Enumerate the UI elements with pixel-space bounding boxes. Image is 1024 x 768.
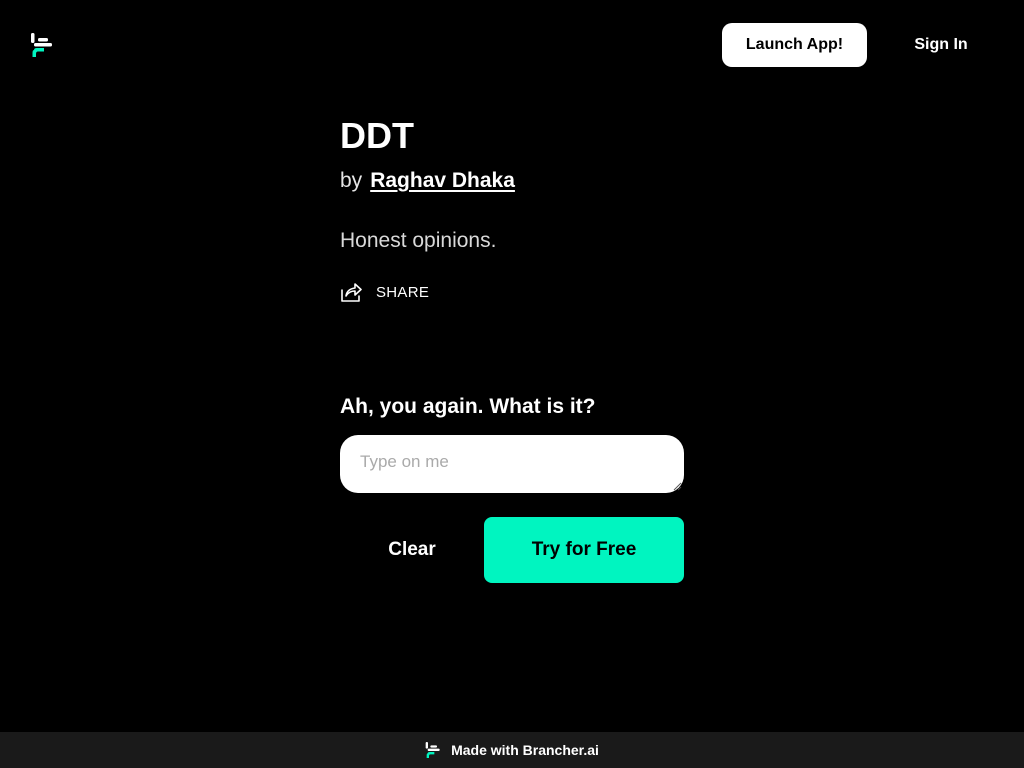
brancher-logo-icon	[425, 742, 440, 758]
chat-prompt: Ah, you again. What is it?	[340, 395, 596, 418]
try-for-free-button[interactable]: Try for Free	[484, 517, 684, 583]
footer-text: Made with Brancher.ai	[451, 742, 599, 758]
clear-button[interactable]: Clear	[340, 517, 484, 583]
share-label: SHARE	[376, 283, 430, 301]
bot-info: DDT by Raghav Dhaka Honest opinions. SHA…	[340, 110, 684, 304]
bot-description: Honest opinions.	[340, 229, 497, 252]
share-icon	[341, 283, 362, 302]
launch-app-button[interactable]: Launch App!	[722, 23, 867, 67]
byline: by Raghav Dhaka	[340, 166, 684, 196]
author-link[interactable]: Raghav Dhaka	[370, 166, 515, 196]
resize-grip-icon[interactable]	[672, 481, 682, 491]
footer[interactable]: Made with Brancher.ai	[0, 732, 1024, 768]
brancher-logo-icon[interactable]	[30, 32, 54, 58]
byline-prefix: by	[340, 169, 363, 192]
page-title: DDT	[340, 115, 414, 156]
sign-in-button[interactable]: Sign In	[905, 23, 977, 67]
share-button[interactable]: SHARE	[340, 280, 684, 304]
message-input[interactable]	[340, 435, 684, 493]
page: Launch App! Sign In DDT by Raghav Dhaka …	[0, 0, 1024, 768]
